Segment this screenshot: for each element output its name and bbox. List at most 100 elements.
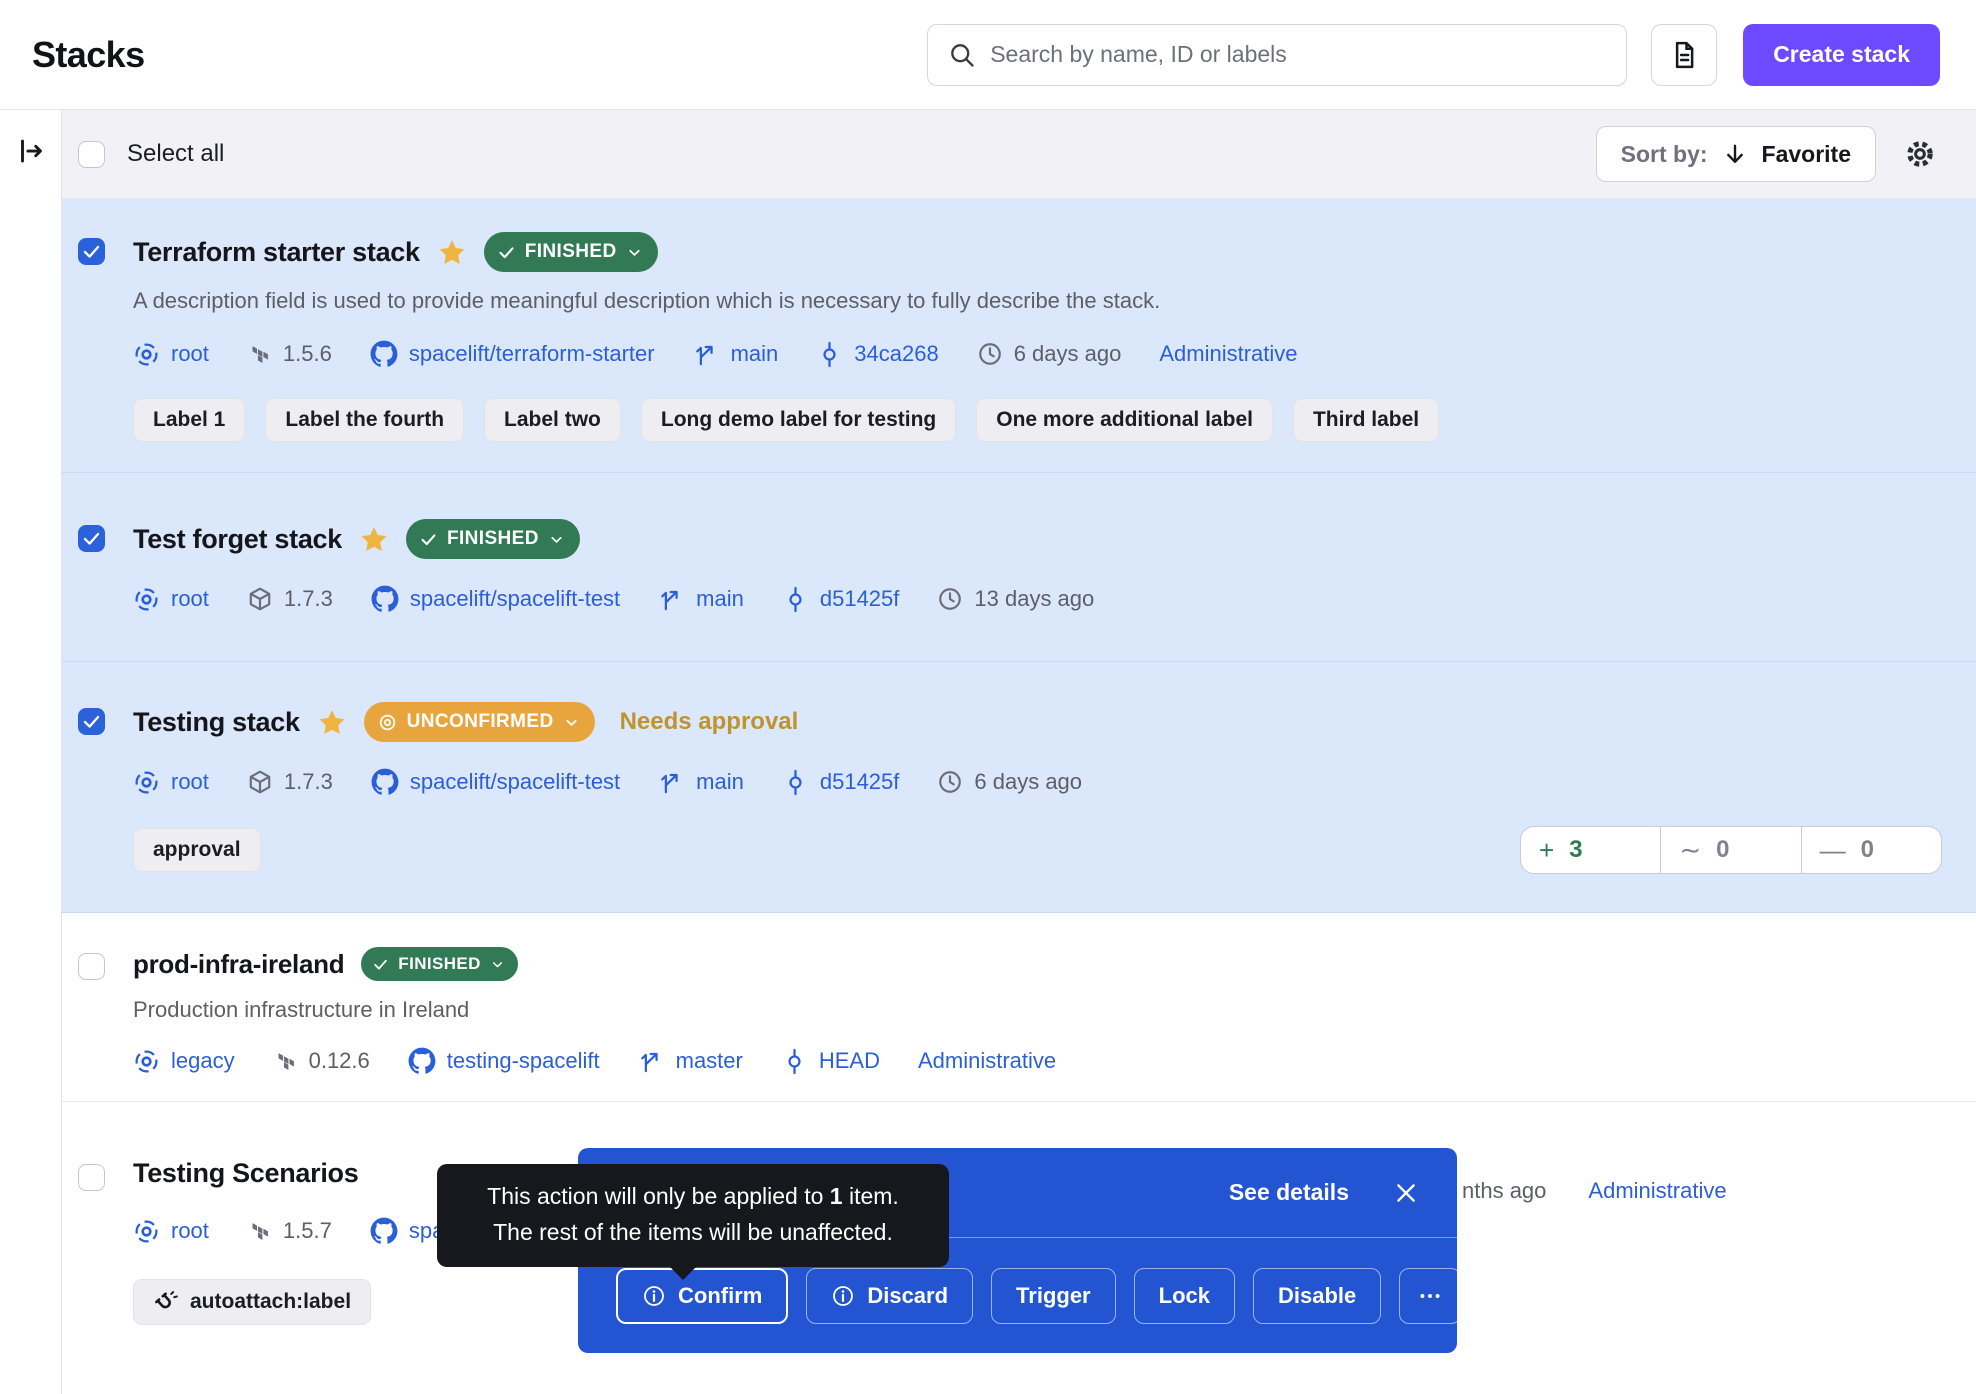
branch-link[interactable]: main	[658, 769, 744, 796]
action-scope-tooltip: This action will only be applied to 1 it…	[437, 1164, 949, 1267]
chevron-down-icon	[626, 244, 643, 261]
repo-link[interactable]: testing-spacelift	[408, 1047, 600, 1075]
administrative-link[interactable]: Administrative	[918, 1048, 1056, 1074]
needs-approval-note: Needs approval	[620, 708, 799, 736]
document-icon	[1669, 40, 1699, 70]
search-box[interactable]	[927, 24, 1627, 86]
commit-link[interactable]: HEAD	[781, 1048, 880, 1075]
commit-link[interactable]: d51425f	[782, 586, 900, 613]
status-label: FINISHED	[398, 954, 481, 974]
stack-label[interactable]: Long demo label for testing	[641, 398, 956, 442]
more-actions-button[interactable]	[1399, 1268, 1461, 1324]
terraform-icon	[273, 1049, 298, 1074]
gear-icon	[1902, 136, 1938, 172]
stack-label[interactable]: Label 1	[133, 398, 245, 442]
status-label: UNCONFIRMED	[407, 711, 554, 733]
search-input[interactable]	[990, 41, 1606, 68]
chevron-down-icon	[563, 714, 580, 731]
favorite-star-icon[interactable]	[359, 524, 389, 554]
row-checkbox[interactable]	[78, 525, 105, 552]
status-badge[interactable]: FINISHED	[484, 232, 658, 272]
minus-icon: —	[1820, 835, 1846, 866]
status-badge[interactable]: UNCONFIRMED	[364, 702, 595, 742]
select-all-checkbox[interactable]	[78, 141, 105, 168]
row-checkbox[interactable]	[78, 708, 105, 735]
commit-icon	[816, 341, 843, 368]
clock-icon	[937, 769, 963, 795]
check-icon	[372, 956, 389, 973]
space-link[interactable]: root	[133, 586, 209, 613]
repo-link[interactable]: spacelift/spacelift-test	[371, 768, 620, 796]
administrative-link[interactable]: Administrative	[1159, 341, 1297, 367]
trigger-button[interactable]: Trigger	[991, 1268, 1116, 1324]
commit-link[interactable]: 34ca268	[816, 341, 938, 368]
stack-label[interactable]: Label two	[484, 398, 621, 442]
deleted-resources-count: — 0	[1801, 827, 1941, 873]
commit-icon	[782, 769, 809, 796]
favorite-star-icon[interactable]	[317, 707, 347, 737]
stack-description: Production infrastructure in Ireland	[133, 997, 1942, 1023]
github-icon	[370, 340, 398, 368]
status-badge[interactable]: FINISHED	[361, 947, 518, 981]
see-details-link[interactable]: See details	[1229, 1179, 1349, 1206]
row-checkbox[interactable]	[78, 1164, 105, 1191]
disable-button[interactable]: Disable	[1253, 1268, 1381, 1324]
stack-label[interactable]: Label the fourth	[265, 398, 464, 442]
sort-value: Favorite	[1762, 141, 1851, 168]
space-link[interactable]: root	[133, 1218, 209, 1245]
discard-button[interactable]: Discard	[806, 1268, 973, 1324]
branch-link[interactable]: main	[658, 586, 744, 613]
close-actions-bar-button[interactable]	[1393, 1180, 1419, 1206]
commit-icon	[781, 1048, 808, 1075]
administrative-link[interactable]: Administrative	[1588, 1178, 1726, 1204]
branch-link[interactable]: master	[638, 1048, 743, 1075]
terraform-version: 1.7.3	[247, 586, 333, 612]
stack-label[interactable]: Third label	[1293, 398, 1439, 442]
stack-label-autoattach[interactable]: autoattach:label	[133, 1279, 371, 1325]
repo-link[interactable]: spacelift/terraform-starter	[370, 340, 655, 368]
status-badge[interactable]: FINISHED	[406, 519, 580, 559]
terraform-version: 1.7.3	[247, 769, 333, 795]
stack-row-testing-stack[interactable]: Testing stack UNCONFIRMED Needs approval…	[62, 662, 1976, 913]
stack-name[interactable]: Terraform starter stack	[133, 237, 420, 268]
github-icon	[370, 1217, 398, 1245]
stack-label[interactable]: approval	[133, 828, 261, 872]
confirm-button[interactable]: Confirm	[616, 1268, 788, 1324]
updated-time-partial: nths ago	[1462, 1178, 1546, 1204]
stack-row-test-forget[interactable]: Test forget stack FINISHED root	[62, 473, 1976, 662]
docs-button[interactable]	[1651, 24, 1717, 86]
stack-name[interactable]: Test forget stack	[133, 524, 342, 555]
stack-row-terraform-starter[interactable]: Terraform starter stack FINISHED A descr…	[62, 198, 1976, 473]
space-link[interactable]: root	[133, 341, 209, 368]
branch-link[interactable]: main	[693, 341, 779, 368]
github-icon	[371, 768, 399, 796]
row-checkbox[interactable]	[78, 953, 105, 980]
expand-sidebar-icon[interactable]	[16, 136, 46, 166]
chevron-down-icon	[490, 957, 505, 972]
branch-icon	[638, 1048, 665, 1075]
commit-link[interactable]: d51425f	[782, 769, 900, 796]
space-link[interactable]: legacy	[133, 1048, 235, 1075]
lock-button[interactable]: Lock	[1134, 1268, 1235, 1324]
info-icon	[831, 1284, 855, 1308]
stack-label[interactable]: One more additional label	[976, 398, 1273, 442]
added-resources-count: + 3	[1521, 827, 1660, 873]
branch-icon	[693, 341, 720, 368]
checkmark-icon	[81, 241, 102, 262]
create-stack-button[interactable]: Create stack	[1743, 24, 1940, 86]
stack-name[interactable]: prod-infra-ireland	[133, 949, 344, 980]
favorite-star-icon[interactable]	[437, 237, 467, 267]
stack-row-prod-infra-ireland[interactable]: prod-infra-ireland FINISHED Production i…	[62, 913, 1976, 1102]
tilde-icon: ∼	[1679, 835, 1701, 866]
space-link[interactable]: root	[133, 769, 209, 796]
row-checkbox[interactable]	[78, 238, 105, 265]
terraform-version: 1.5.7	[247, 1218, 332, 1244]
list-settings-button[interactable]	[1902, 136, 1938, 172]
stack-name[interactable]: Testing stack	[133, 707, 300, 738]
repo-link[interactable]: spacelift/spacelift-test	[371, 585, 620, 613]
sort-button[interactable]: Sort by: Favorite	[1596, 126, 1876, 182]
tooltip-caret	[669, 1266, 697, 1280]
checkmark-icon	[81, 528, 102, 549]
stack-name[interactable]: Testing Scenarios	[133, 1158, 358, 1189]
github-icon	[408, 1047, 436, 1075]
